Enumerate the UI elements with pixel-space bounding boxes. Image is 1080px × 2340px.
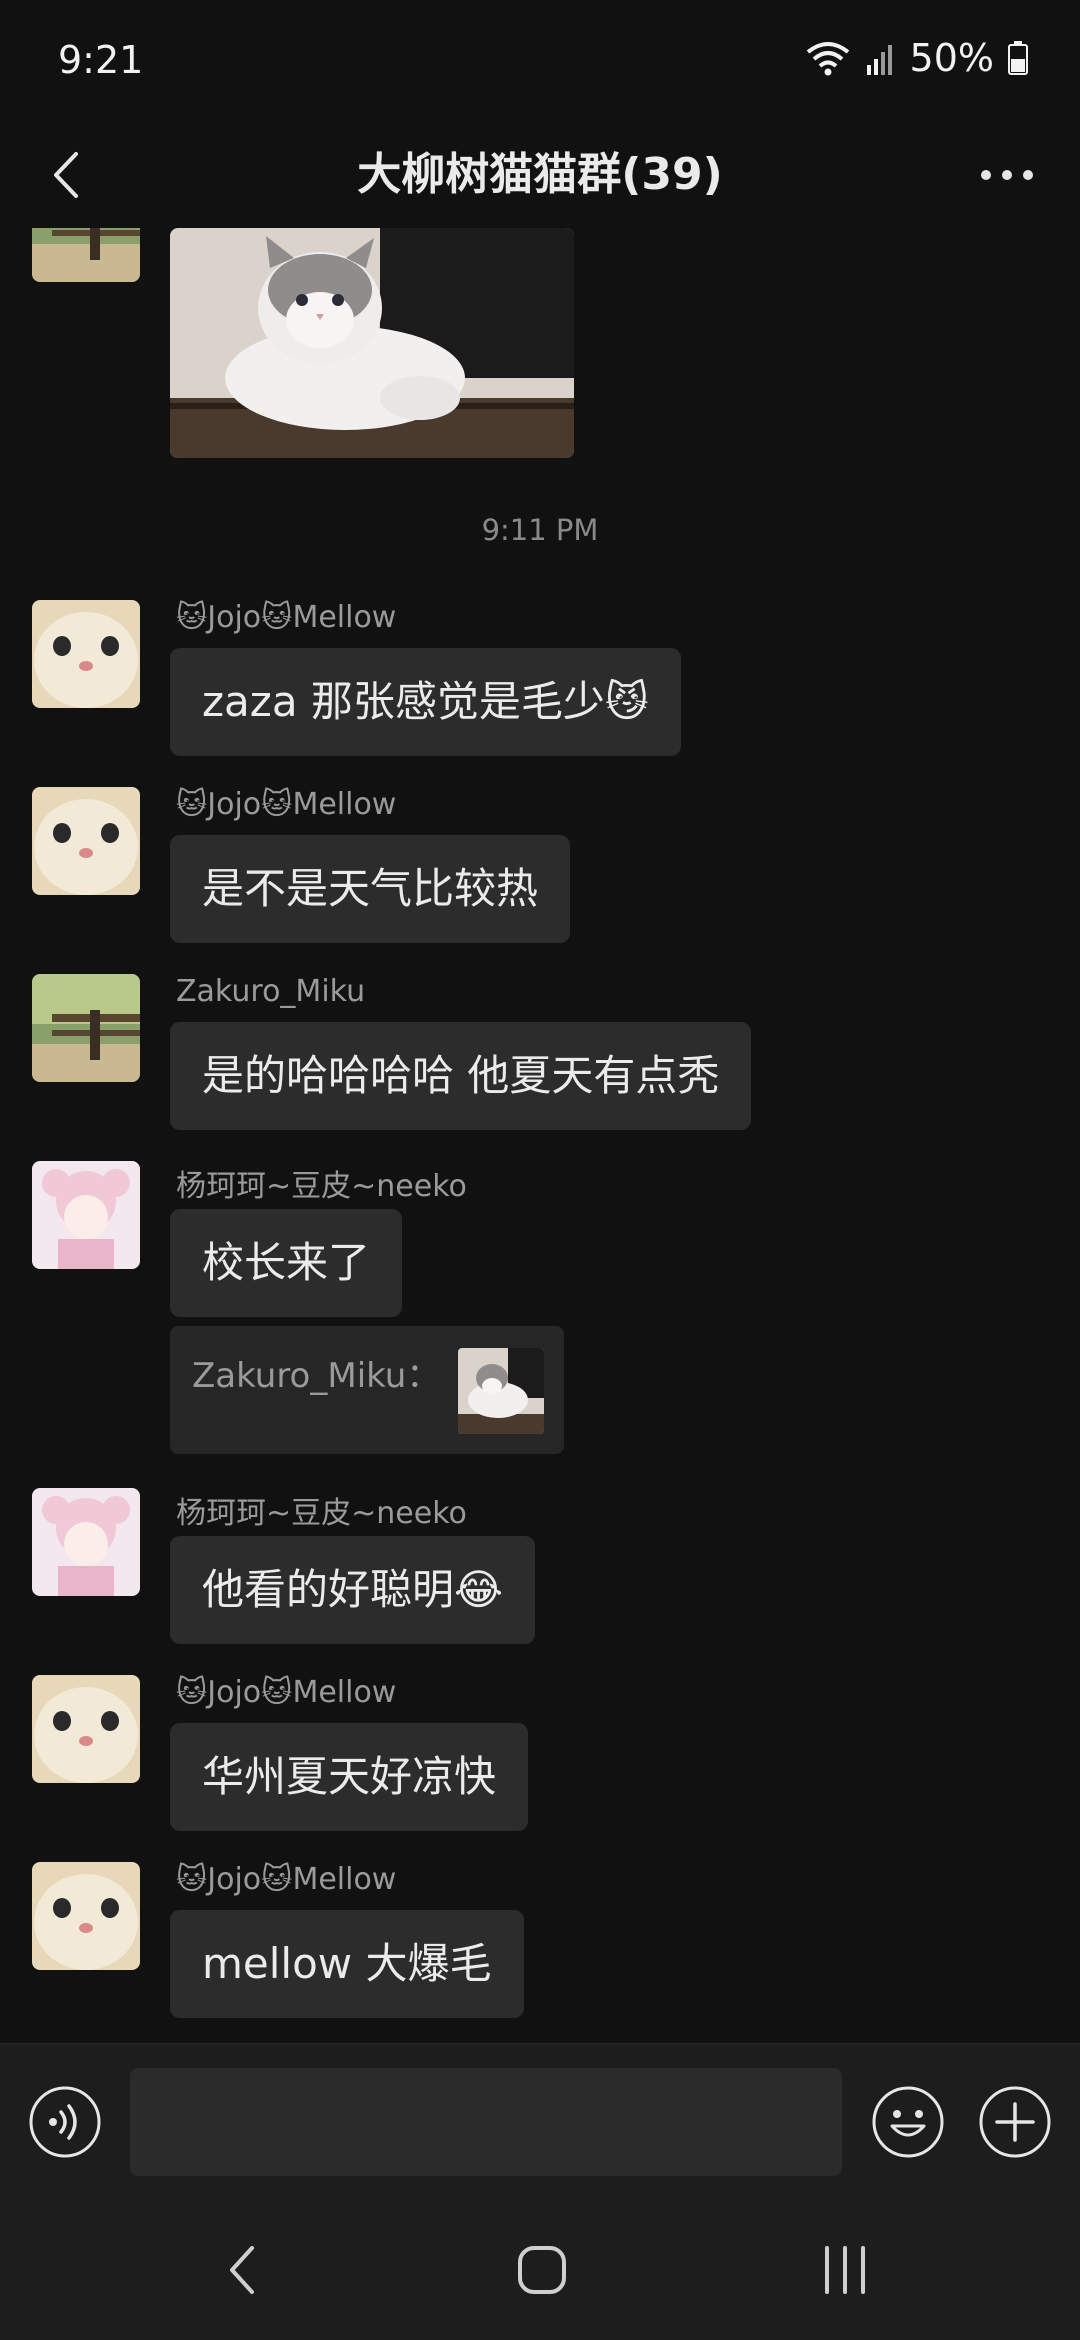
- message-bubble[interactable]: 是不是天气比较热: [170, 835, 571, 943]
- quote-sender: Zakuro_Miku：: [192, 1356, 441, 1396]
- sender-name: 杨珂珂~豆皮~neeko: [176, 1169, 467, 1204]
- emoji-button[interactable]: [868, 2082, 948, 2162]
- sender-name: 🐱Jojo🐱Mellow: [176, 1675, 397, 1710]
- message-input[interactable]: [130, 2068, 842, 2176]
- status-time: 9:21: [58, 38, 144, 82]
- plus-circle-icon: [979, 2086, 1051, 2158]
- add-button[interactable]: [975, 2082, 1055, 2162]
- sender-name: Zakuro_Miku: [176, 974, 366, 1009]
- message-list[interactable]: 9:11 PM 🐱Jojo🐱Mellow zaza 那张感觉是毛少😼 🐱Jojo…: [0, 228, 1080, 2043]
- image-message[interactable]: [170, 228, 574, 458]
- chat-header: 大柳树猫猫群(39): [0, 120, 1080, 230]
- sender-name: 🐱Jojo🐱Mellow: [176, 600, 397, 635]
- avatar[interactable]: [32, 1862, 140, 1970]
- more-button[interactable]: [962, 140, 1052, 210]
- signal-icon: [866, 41, 896, 75]
- battery-percent: 50%: [909, 36, 994, 80]
- emoji-icon: [872, 2086, 944, 2158]
- message-timestamp: 9:11 PM: [481, 513, 599, 547]
- nav-home-icon: [518, 2246, 566, 2294]
- voice-icon: [29, 2086, 101, 2158]
- message-bubble[interactable]: zaza 那张感觉是毛少😼: [170, 648, 681, 756]
- system-nav-bar: [0, 2196, 1080, 2340]
- message-bubble[interactable]: 校长来了: [170, 1209, 403, 1317]
- nav-recents-icon: [825, 2246, 865, 2294]
- avatar[interactable]: [32, 600, 140, 708]
- avatar[interactable]: [32, 228, 140, 282]
- avatar[interactable]: [32, 1161, 140, 1269]
- nav-back-button[interactable]: [202, 2230, 282, 2310]
- avatar[interactable]: [32, 787, 140, 895]
- message-bubble[interactable]: mellow 大爆毛: [170, 1910, 524, 2018]
- status-indicators: 50%: [804, 36, 1028, 80]
- quoted-message[interactable]: Zakuro_Miku：: [170, 1326, 564, 1454]
- wifi-icon: [804, 38, 852, 78]
- quote-thumbnail: [458, 1348, 544, 1434]
- chat-title: 大柳树猫猫群(39): [357, 149, 723, 200]
- more-dots-icon: [981, 170, 1033, 180]
- avatar[interactable]: [32, 1675, 140, 1783]
- sender-name: 杨珂珂~豆皮~neeko: [176, 1496, 467, 1531]
- message-bubble[interactable]: 是的哈哈哈哈 他夏天有点秃: [170, 1022, 752, 1130]
- sender-name: 🐱Jojo🐱Mellow: [176, 1862, 397, 1897]
- avatar[interactable]: [32, 974, 140, 1082]
- voice-button[interactable]: [25, 2082, 105, 2162]
- status-bar: 9:21 50%: [0, 0, 1080, 130]
- nav-home-button[interactable]: [502, 2230, 582, 2310]
- nav-recents-button[interactable]: [805, 2230, 885, 2310]
- message-bubble[interactable]: 他看的好聪明😂: [170, 1536, 536, 1644]
- message-bubble[interactable]: 华州夏天好凉快: [170, 1723, 529, 1831]
- avatar[interactable]: [32, 1488, 140, 1596]
- nav-back-icon: [230, 2246, 254, 2294]
- sender-name: 🐱Jojo🐱Mellow: [176, 787, 397, 822]
- battery-icon: [1008, 41, 1028, 75]
